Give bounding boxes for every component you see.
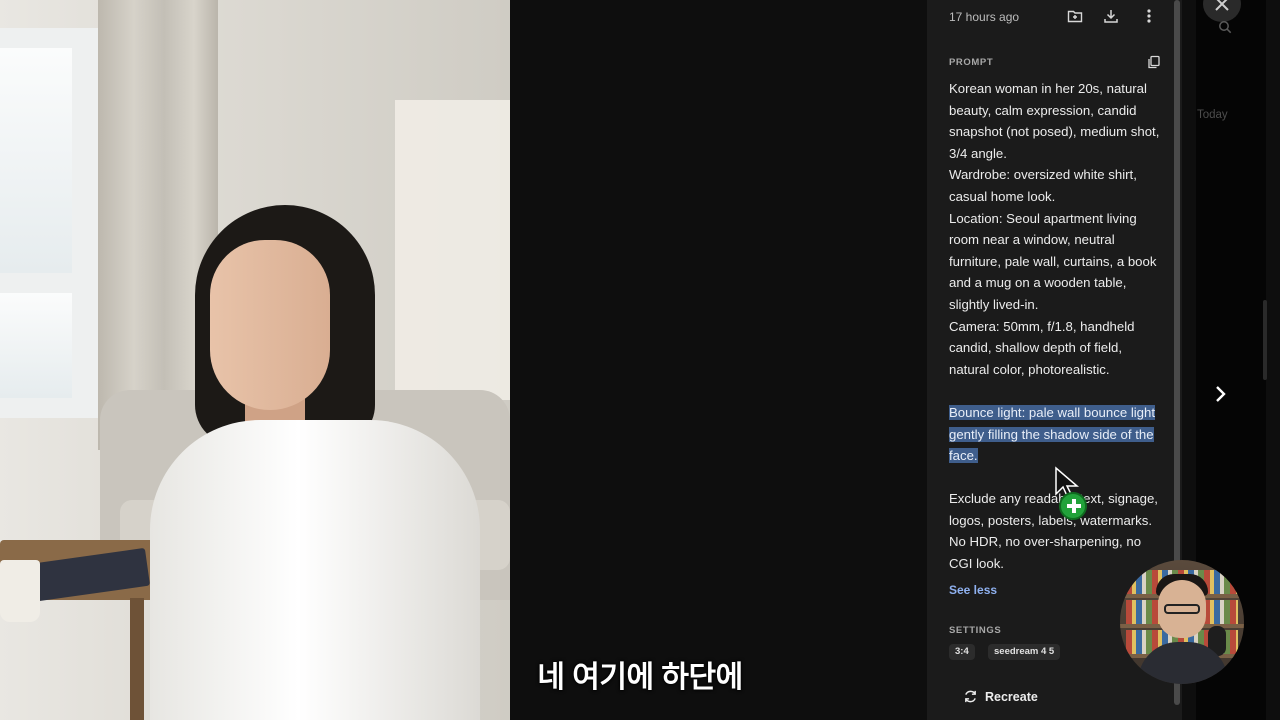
prompt-paragraph: Location: Seoul apartment living room ne… xyxy=(949,210,1157,312)
recreate-label: Recreate xyxy=(985,690,1038,704)
mug xyxy=(0,560,40,622)
chevron-right-icon xyxy=(1216,386,1226,402)
prompt-paragraph: Camera: 50mm, f/1.8, handheld candid, sh… xyxy=(949,318,1135,377)
folder-plus-icon[interactable] xyxy=(1067,8,1085,26)
recreate-button[interactable]: Recreate xyxy=(963,686,1083,708)
window xyxy=(0,28,106,418)
prompt-label: PROMPT xyxy=(949,57,994,68)
timestamp: 17 hours ago xyxy=(949,10,1020,24)
settings-label: SETTINGS xyxy=(949,625,1002,636)
caption-text: 네 여기에 하단에 xyxy=(537,661,743,694)
refresh-icon xyxy=(965,690,976,703)
prompt-paragraph: Korean woman in her 20s, natural beauty,… xyxy=(949,81,1160,161)
prompt-paragraph: Exclude any readable text, signage, logo… xyxy=(949,491,1158,572)
close-icon xyxy=(1215,0,1229,11)
webcam-overlay xyxy=(1120,560,1244,684)
edge-handle xyxy=(1263,300,1267,380)
more-vertical-icon[interactable] xyxy=(1141,8,1159,26)
selected-text: Bounce light: pale wall bounce light gen… xyxy=(949,404,1156,464)
prompt-paragraph: Wardrobe: oversized white shirt, casual … xyxy=(949,167,1137,204)
see-less-link[interactable]: See less xyxy=(949,583,997,597)
search-icon[interactable] xyxy=(1218,20,1232,39)
add-icon xyxy=(1059,492,1087,520)
generated-image[interactable] xyxy=(0,0,510,720)
prompt-text: Korean woman in her 20s, natural beauty,… xyxy=(949,78,1164,575)
download-icon[interactable] xyxy=(1103,8,1121,26)
close-button[interactable] xyxy=(1203,0,1241,22)
today-label: Today xyxy=(1197,109,1228,121)
next-image-button[interactable] xyxy=(1209,383,1231,405)
copy-icon[interactable] xyxy=(1147,55,1161,69)
aspect-ratio-chip: 3:4 xyxy=(949,644,975,660)
white-shirt xyxy=(150,420,480,720)
wall-light xyxy=(395,100,510,400)
panel-toolbar: 17 hours ago xyxy=(949,8,1164,28)
model-chip: seedream 4 5 xyxy=(988,644,1061,660)
face xyxy=(210,240,330,410)
